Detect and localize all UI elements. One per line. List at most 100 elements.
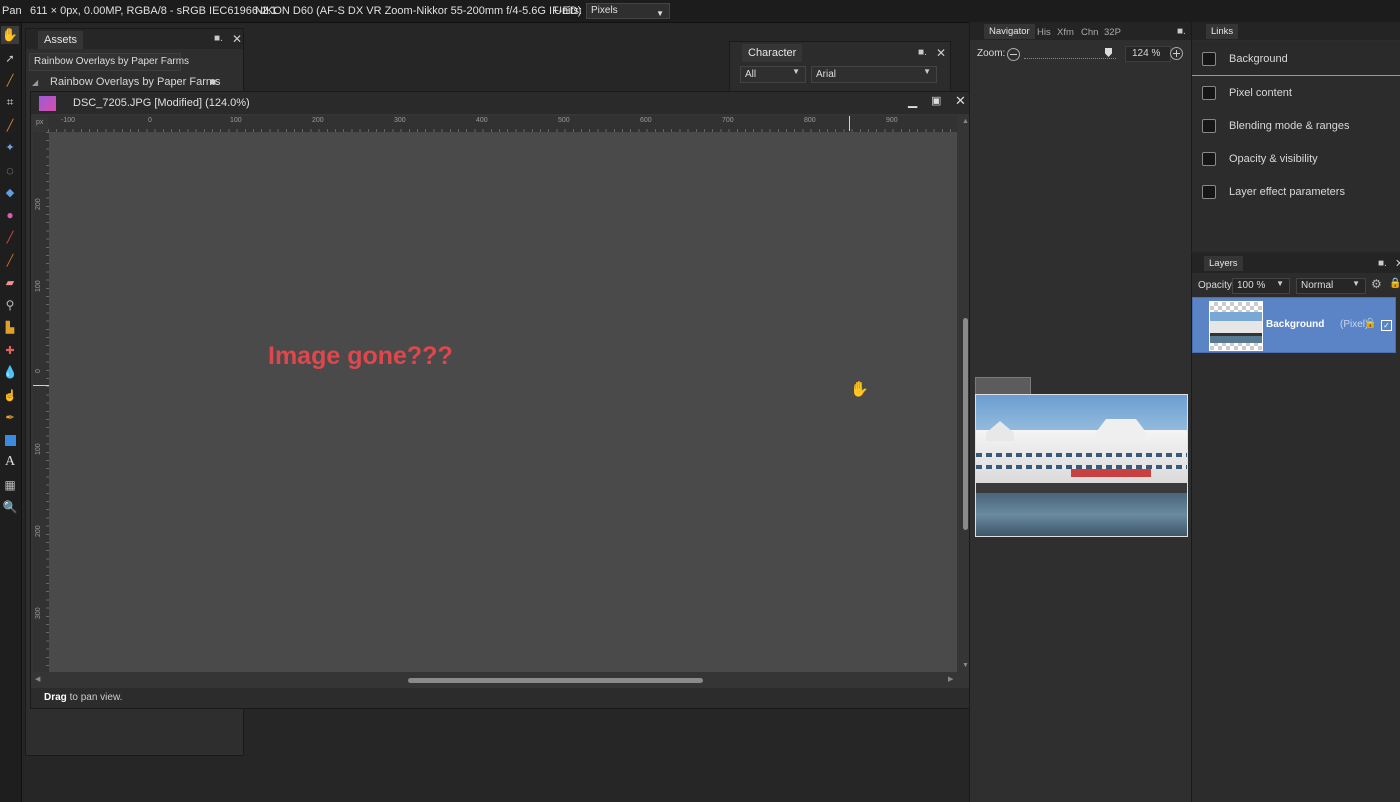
crop-icon[interactable]: ⌗: [1, 93, 19, 111]
font-family-dropdown[interactable]: Arial ▼: [811, 66, 937, 83]
font-family-value: Arial: [816, 69, 837, 80]
assets-category-dropdown[interactable]: Rainbow Overlays by Paper Farms: [29, 53, 189, 71]
close-icon[interactable]: ✕: [1395, 257, 1400, 270]
clone-icon[interactable]: ▙: [1, 318, 19, 336]
blur-icon[interactable]: 💧: [1, 363, 19, 381]
context-toolbar: Pan 611 × 0px, 0.00MP, RGBA/8 - sRGB IEC…: [0, 0, 1400, 23]
layers-panel: Layers ■. ✕ Opacity: 100 % ▼ Normal ▼ ⚙ …: [1191, 253, 1400, 802]
color-picker-icon[interactable]: ╱: [1, 71, 19, 89]
tab-transform[interactable]: Xfm: [1057, 27, 1074, 38]
hand-icon[interactable]: ✋: [1, 26, 19, 44]
close-icon[interactable]: ✕: [936, 46, 946, 60]
panel-menu-icon[interactable]: ■.: [918, 47, 927, 58]
units-label: Units:: [554, 5, 583, 17]
selection-brush-icon[interactable]: ✦: [1, 138, 19, 156]
healing-icon[interactable]: ✚: [1, 341, 19, 359]
ruler-tick-label: 0: [35, 369, 42, 373]
lock-icon[interactable]: 🔒: [1364, 318, 1376, 329]
paint-brush-icon[interactable]: ╱: [1, 116, 19, 134]
layer-row[interactable]: Background (Pixel) 🔒 ✓: [1192, 297, 1396, 353]
tab-channels[interactable]: Chn: [1081, 27, 1098, 38]
move-icon[interactable]: ➚: [1, 49, 19, 67]
assets-group-label: Rainbow Overlays by Paper Farms: [50, 76, 221, 88]
navigator-panel: Navigator His Xfm Chn 32P ■. Zoom: 124 %: [969, 22, 1191, 802]
link-checkbox[interactable]: [1202, 52, 1216, 66]
document-info: 611 × 0px, 0.00MP, RGBA/8 - sRGB IEC6196…: [30, 5, 277, 17]
tool-name: Pan: [2, 5, 22, 17]
visibility-checkbox[interactable]: ✓: [1381, 320, 1392, 331]
lock-icon[interactable]: 🔒: [1389, 278, 1400, 289]
opacity-field[interactable]: 100 % ▼: [1232, 278, 1290, 294]
units-value: Pixels: [591, 5, 618, 16]
tab-links[interactable]: Links: [1206, 24, 1239, 39]
close-icon[interactable]: ✕: [955, 93, 966, 109]
zoom-value-field[interactable]: 124 %: [1125, 46, 1171, 62]
link-checkbox[interactable]: [1202, 86, 1216, 100]
brush-icon[interactable]: ╱: [1, 228, 19, 246]
tab-layers[interactable]: Layers: [1204, 256, 1243, 271]
zoom-slider-handle[interactable]: [1105, 48, 1112, 57]
maximize-icon[interactable]: ▣: [931, 94, 941, 107]
flood-fill-icon[interactable]: ◆: [1, 183, 19, 201]
panel-menu-icon[interactable]: ■.: [1177, 26, 1186, 37]
marquee-icon[interactable]: ◌: [1, 161, 19, 179]
hand-cursor-icon: ✋: [850, 381, 869, 398]
tools-panel: ✋ ➚ ╱ ⌗ ╱ ✦ ◌ ◆ ● ╱ ╱ ▰ ⚲ ▙ ✚ 💧 ☝ ✒ A ▦ …: [0, 23, 22, 802]
ruler-cursor-marker: [33, 385, 49, 386]
dodge-icon[interactable]: ⚲: [1, 296, 19, 314]
eraser-icon[interactable]: ▰: [1, 273, 19, 291]
minimize-icon[interactable]: ▁: [908, 94, 917, 108]
layer-name: Background: [1266, 319, 1325, 330]
text-icon[interactable]: A: [1, 453, 19, 471]
pen-icon[interactable]: ✒: [1, 408, 19, 426]
zoom-slider[interactable]: [1024, 58, 1116, 59]
zoom-value: 124 %: [1132, 48, 1161, 59]
mesh-icon[interactable]: ▦: [1, 476, 19, 494]
smudge-icon[interactable]: ☝: [1, 386, 19, 404]
zoom-out-icon[interactable]: [1007, 48, 1020, 61]
color-replace-icon[interactable]: ╱: [1, 251, 19, 269]
zoom-icon[interactable]: 🔍: [1, 498, 19, 516]
link-row-pixel-content[interactable]: Pixel content: [1192, 76, 1400, 109]
document-titlebar: DSC_7205.JPG [Modified] (124.0%) ▁ ▣ ✕: [31, 92, 973, 114]
collapse-icon[interactable]: ◢: [32, 78, 38, 87]
link-row-effects[interactable]: Layer effect parameters: [1192, 175, 1400, 208]
tab-navigator[interactable]: Navigator: [984, 24, 1035, 39]
tab-history[interactable]: His: [1037, 27, 1051, 38]
chevron-down-icon: ▼: [656, 9, 664, 18]
tab-character[interactable]: Character: [742, 44, 803, 62]
tab-assets[interactable]: Assets: [38, 31, 84, 49]
link-row-background[interactable]: Background: [1192, 42, 1400, 76]
horizontal-scrollbar[interactable]: ◀ ▶: [31, 674, 959, 686]
horizontal-scroll-thumb[interactable]: [408, 678, 703, 683]
link-checkbox[interactable]: [1202, 152, 1216, 166]
panel-menu-icon[interactable]: ■.: [1378, 258, 1387, 269]
link-row-opacity[interactable]: Opacity & visibility: [1192, 142, 1400, 175]
scroll-left-icon[interactable]: ◀: [35, 675, 40, 683]
gear-icon[interactable]: ⚙: [1371, 277, 1382, 291]
ruler-tick-label: 200: [312, 117, 324, 124]
scroll-up-icon[interactable]: ▲: [962, 118, 969, 125]
link-checkbox[interactable]: [1202, 119, 1216, 133]
panel-menu-icon[interactable]: ■.: [214, 33, 223, 44]
canvas-area[interactable]: Image gone??? ✋: [49, 132, 957, 672]
status-bold: Drag: [44, 692, 67, 703]
rectangle-icon[interactable]: [1, 431, 19, 449]
scroll-right-icon[interactable]: ▶: [948, 675, 953, 683]
link-checkbox[interactable]: [1202, 185, 1216, 199]
font-collection-dropdown[interactable]: All ▼: [740, 66, 806, 83]
tab-32bit-preview[interactable]: 32P: [1104, 27, 1121, 38]
close-icon[interactable]: ✕: [232, 32, 242, 46]
vertical-scroll-thumb[interactable]: [963, 318, 968, 530]
blend-mode-dropdown[interactable]: Normal ▼: [1296, 278, 1366, 294]
units-dropdown[interactable]: Pixels ▼: [586, 3, 670, 19]
zoom-in-icon[interactable]: [1170, 47, 1183, 60]
chevron-down-icon: ▼: [792, 67, 800, 76]
group-menu-icon[interactable]: ■.: [210, 77, 219, 88]
gradient-icon[interactable]: ●: [1, 206, 19, 224]
navigator-thumbnail[interactable]: [975, 394, 1188, 537]
font-collection-value: All: [745, 69, 757, 80]
scroll-down-icon[interactable]: ▼: [962, 662, 969, 669]
link-row-blending[interactable]: Blending mode & ranges: [1192, 109, 1400, 142]
ruler-tick-label: 700: [722, 117, 734, 124]
